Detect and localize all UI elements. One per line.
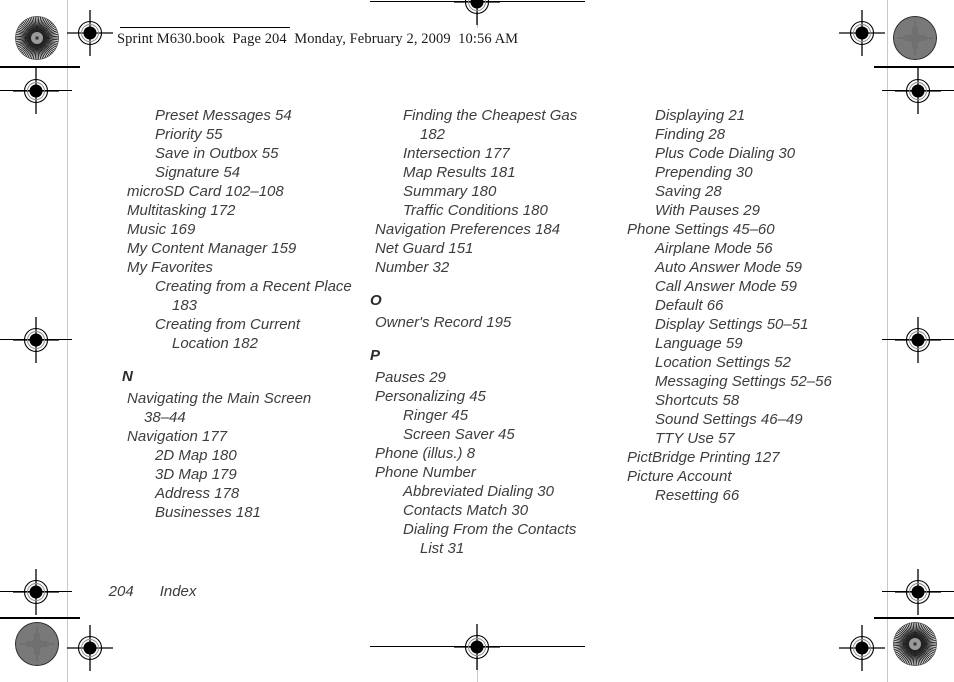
index-entry-continuation: Location 182 [172,335,258,352]
index-entry-level1: My Favorites [127,259,213,276]
index-entry-level1: PictBridge Printing 127 [627,449,780,466]
header-rule [120,27,290,28]
index-entry-level2: Screen Saver 45 [403,426,515,443]
index-entry-level2: Prepending 30 [655,164,753,181]
index-entry-level2: Map Results 181 [403,164,516,181]
page-footer: 204 Index [92,566,197,617]
page-canvas: Sprint M630.book Page 204 Monday, Februa… [0,0,954,682]
index-letter-heading: P [370,347,381,364]
index-entry-level2: Dialing From the Contacts [403,521,577,538]
index-entry-level2: Summary 180 [403,183,497,200]
index-entry-continuation: List 31 [420,540,465,557]
registration-target-bottom-center [454,624,500,670]
index-entry-level2: Displaying 21 [655,107,746,124]
crosspattern-circle-top-right [893,16,937,60]
index-entry-level1: Music 169 [127,221,196,238]
index-entry-level1: Number 32 [375,259,450,276]
index-entry-level2: Language 59 [655,335,743,352]
index-entry-continuation: 38–44 [144,409,186,426]
index-entry-level2: Creating from Current [155,316,301,333]
index-column-1: Preset Messages 54 Priority 55 Save in Out… [122,106,352,522]
index-entry-level1: Personalizing 45 [375,388,486,405]
index-entry-level2: Abbreviated Dialing 30 [403,483,554,500]
print-guide-left [67,0,68,682]
index-entry-level2: Display Settings 50–51 [655,316,809,333]
index-entry-level2: Creating from a Recent Place [155,278,352,295]
index-entry-level2: TTY Use 57 [655,430,735,447]
index-entry-level1: Navigating the Main Screen [127,390,312,407]
index-column-3: Displaying 21 Finding 28 Plus Code Dialing… [622,106,882,505]
index-entry-level1: Owner's Record 195 [375,314,512,331]
index-entry-level2: 3D Map 179 [155,466,237,483]
index-entry-level2: With Pauses 29 [655,202,760,219]
index-entry-level2: 2D Map 180 [155,447,237,464]
index-entry-level2: Finding the Cheapest Gas [403,107,578,124]
index-entry-level2: Signature 54 [155,164,241,181]
index-entry-continuation: 182 [420,126,446,143]
starburst-circle-top-left [15,16,59,60]
registration-target-top-right [839,10,885,56]
registration-target-right-upper [895,68,941,114]
index-entry-level1: Phone Settings 45–60 [627,221,775,238]
index-entry-level2: Finding 28 [655,126,726,143]
registration-target-top-center [454,0,500,25]
index-entry-level2: Resetting 66 [655,487,740,504]
registration-target-bottom-right [839,625,885,671]
index-entry-level1: microSD Card 102–108 [127,183,284,200]
index-entry-level2: Sound Settings 46–49 [655,411,803,428]
starburst-circle-bottom-right [893,622,937,666]
index-entry-level2: Shortcuts 58 [655,392,740,409]
registration-target-top-left [67,10,113,56]
index-entry-level2: Default 66 [655,297,724,314]
index-entry-level2: Address 178 [155,485,240,502]
index-entry-level1: My Content Manager 159 [127,240,297,257]
index-entry-level2: Traffic Conditions 180 [403,202,548,219]
index-entry-level1: Phone Number [375,464,476,481]
registration-target-left-upper [13,68,59,114]
index-entry-level2: Location Settings 52 [655,354,791,371]
index-entry-level2: Ringer 45 [403,407,469,424]
index-entry-level1: Pauses 29 [375,369,446,386]
registration-target-left-middle [13,317,59,363]
index-letter-heading: N [122,368,133,385]
index-entry-continuation: 183 [172,297,198,314]
index-entry-level2: Call Answer Mode 59 [655,278,798,295]
index-letter-heading: O [370,292,382,309]
index-entry-level2: Airplane Mode 56 [655,240,773,257]
index-entry-level2: Save in Outbox 55 [155,145,279,162]
index-entry-level2: Plus Code Dialing 30 [655,145,796,162]
index-entry-level1: Navigation 177 [127,428,228,445]
crop-rule-left-lower [0,617,80,619]
registration-target-right-lower [895,569,941,615]
index-entry-level1: Phone (illus.) 8 [375,445,476,462]
index-entry-level2: Auto Answer Mode 59 [655,259,803,276]
index-entry-level1: Picture Account [627,468,732,485]
index-entry-level2: Priority 55 [155,126,223,143]
document-header-text: Sprint M630.book Page 204 Monday, Februa… [117,31,519,47]
index-column-2: Finding the Cheapest Gas 182 Intersection … [370,106,620,558]
registration-target-bottom-left [67,625,113,671]
index-entry-level1: Navigation Preferences 184 [375,221,561,238]
registration-target-left-lower [13,569,59,615]
index-entry-level1: Net Guard 151 [375,240,474,257]
index-entry-level2: Contacts Match 30 [403,502,529,519]
index-entry-level2: Businesses 181 [155,504,261,521]
crosspattern-circle-bottom-left [15,622,59,666]
index-entry-level2: Intersection 177 [403,145,510,162]
crop-rule-right-lower [874,617,954,619]
footer-page-number: 204 [108,583,134,600]
index-entry-level1: Multitasking 172 [127,202,236,219]
index-entry-level2: Messaging Settings 52–56 [655,373,832,390]
registration-target-right-middle [895,317,941,363]
index-entry-level2: Preset Messages 54 [155,107,292,124]
print-guide-right [887,0,888,682]
footer-section-label: Index [159,583,197,600]
index-entry-level2: Saving 28 [655,183,722,200]
